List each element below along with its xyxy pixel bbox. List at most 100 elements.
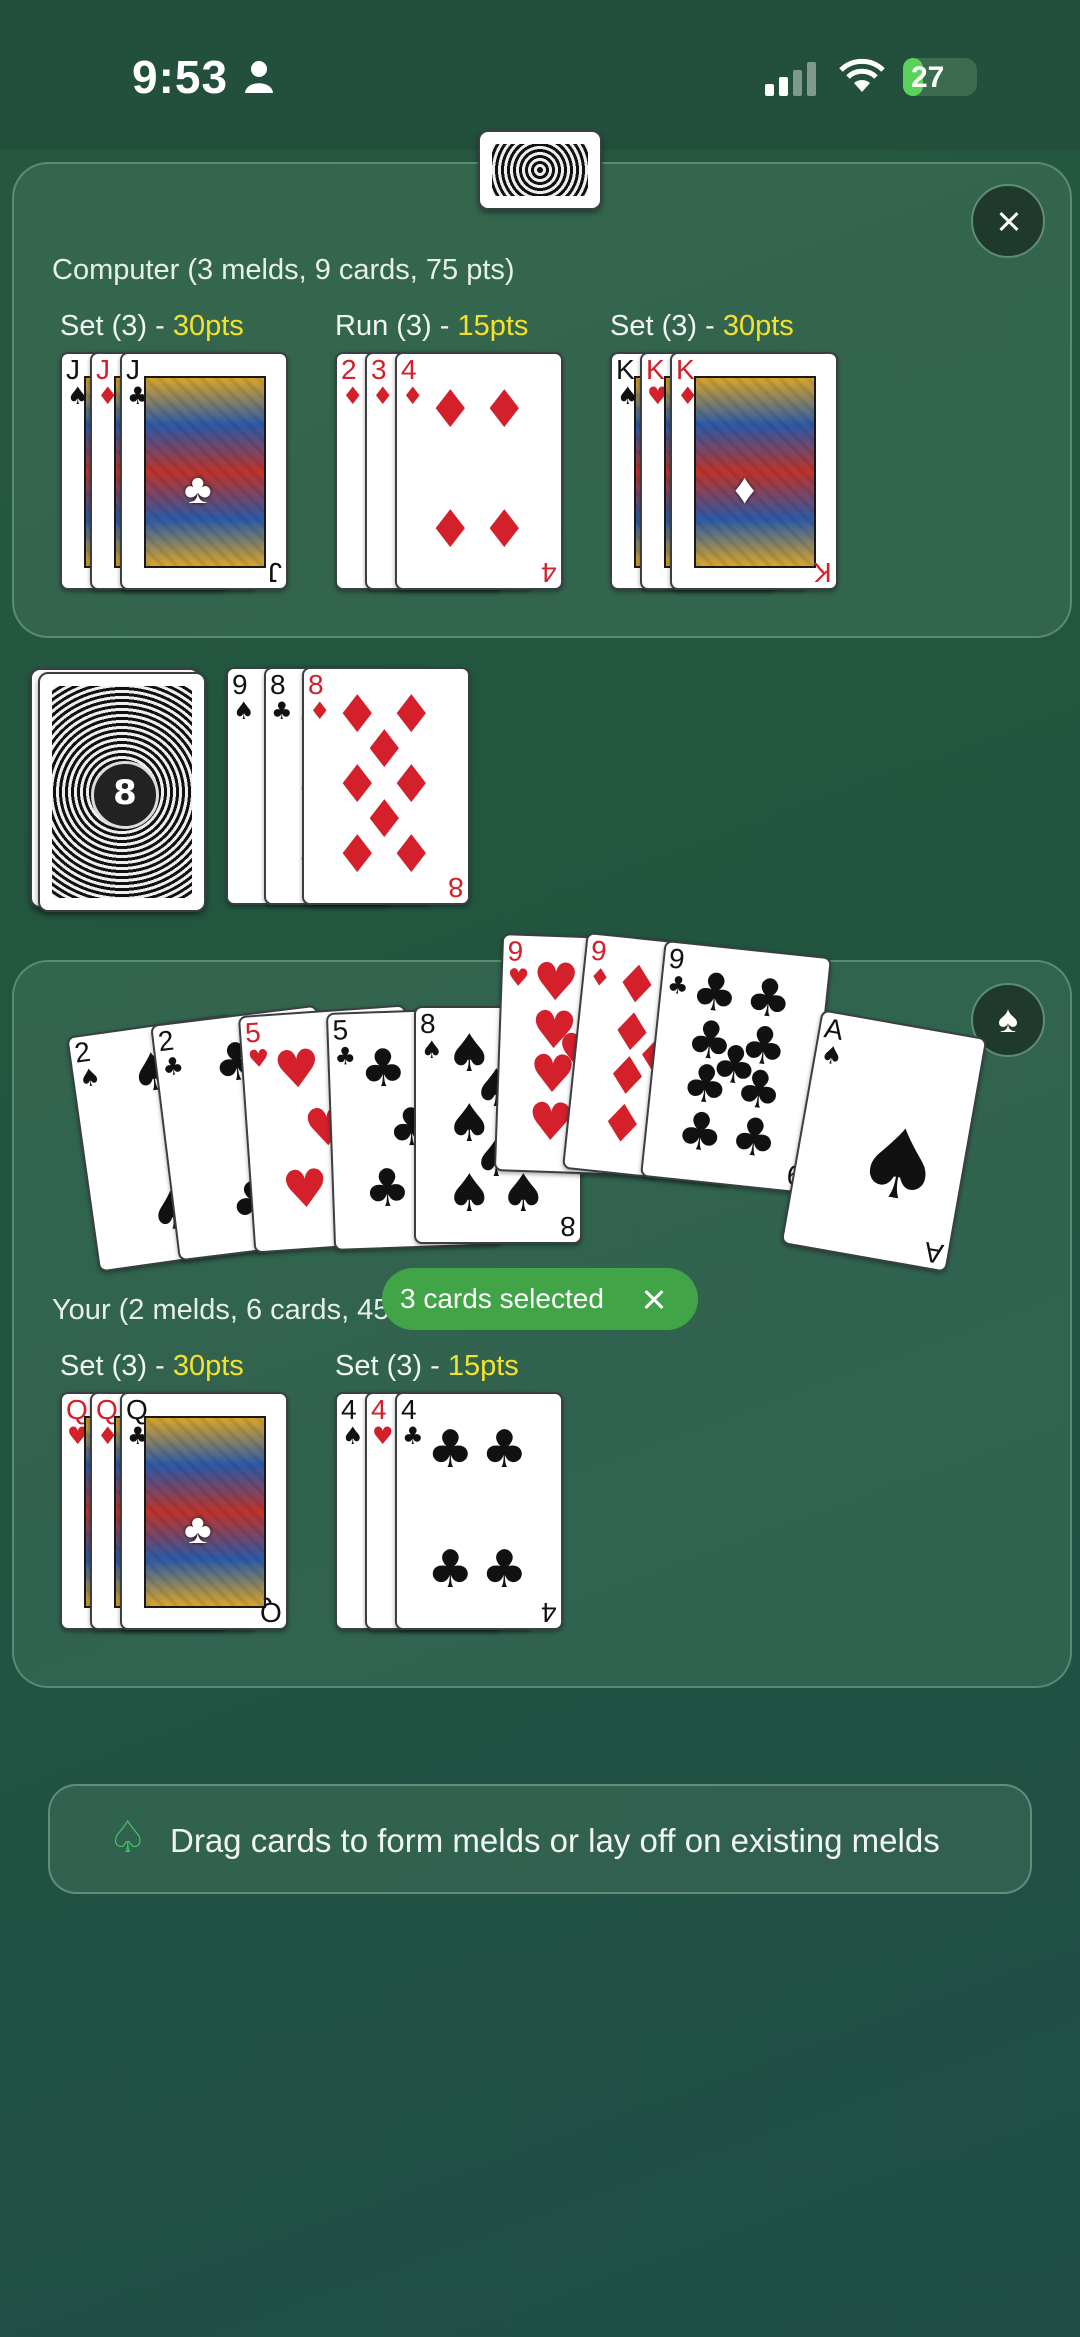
face-card-suit-icon: ♦ [734, 467, 756, 513]
card-rank: 5 [331, 1014, 349, 1046]
card-pip-icon: ♠ [846, 1102, 952, 1228]
card-suit-icon: ♠ [77, 1062, 103, 1094]
card-rank: 9 [589, 934, 609, 967]
wifi-icon [839, 58, 885, 92]
card-suit-icon: ♦ [587, 962, 613, 993]
card-rank: 9 [667, 942, 687, 975]
card-rank-bottom: K [813, 557, 832, 588]
computer-meld-label: Set (3) - 30pts [610, 310, 794, 343]
computer-meld-card[interactable]: J ♣ ♣ J [120, 352, 288, 590]
card-suit-icon: ♣ [333, 1041, 357, 1071]
player-meld-label: Set (3) - 30pts [60, 1350, 244, 1383]
card-rank: 4 [401, 354, 417, 385]
card-rank-bottom: 8 [448, 872, 464, 903]
card-pip-icon: ♣ [427, 1420, 474, 1480]
computer-meld-label: Set (3) - 30pts [60, 310, 244, 343]
card-rank: J [126, 354, 140, 385]
card-rank-bottom: 8 [560, 1211, 576, 1242]
computer-meld-card[interactable]: K ♦ ♦ K [670, 352, 838, 590]
battery-level: 27 [911, 61, 945, 94]
computer-label: Computer (3 melds, 9 cards, 75 pts) [52, 254, 515, 286]
card-pip-icon: ♠ [446, 1164, 493, 1224]
card-suit-icon: ♠ [233, 697, 255, 725]
card-rank-bottom: A [922, 1235, 946, 1270]
player-meld-card[interactable]: 4 ♣ ♣ ♣ ♣ ♣ 4 [395, 1392, 563, 1630]
card-pip-icon: ♥ [271, 1038, 323, 1102]
meld-kind: Set (3) - [60, 310, 173, 342]
card-suit-icon: ♦ [309, 697, 331, 725]
card-pip-icon: ♣ [481, 1420, 528, 1480]
card-pip-icon: ♣ [481, 1540, 528, 1600]
card-suit-icon: ♠ [342, 1422, 364, 1450]
draw-pile[interactable]: 8 [38, 672, 206, 912]
card-suit-icon: ♠ [421, 1036, 443, 1064]
card-suit-icon: ♣ [271, 697, 293, 725]
card-pip-icon: ♣ [363, 1158, 412, 1220]
card-suit-icon: ♣ [665, 970, 691, 1001]
computer-meld-card[interactable]: 4 ♦ ♦ ♦ ♦ ♦ 4 [395, 352, 563, 590]
card-pip-icon: ♦ [481, 380, 528, 440]
face-card-art: ♦ [694, 376, 816, 568]
card-rank-bottom: 4 [541, 557, 557, 588]
discard-pile-card[interactable]: 8 ♦ ♦ ♦ ♦ ♦ ♦ ♦ ♦ ♦ 8 [302, 667, 470, 905]
person-icon [245, 61, 273, 93]
card-suit-icon: ♦ [402, 382, 424, 410]
player-label: Your (2 melds, 6 cards, 45 [52, 1294, 390, 1326]
spade-outline-icon: ♤ [108, 1813, 148, 1862]
card-suit-icon: ♣ [402, 1422, 424, 1450]
card-rank: 9 [507, 935, 524, 967]
hint-banner: ♤ Drag cards to form melds or lay off on… [48, 1784, 1032, 1894]
face-card-art: ♣ [144, 376, 266, 568]
card-rank: 5 [244, 1016, 262, 1049]
battery-indicator: 27 [903, 58, 977, 96]
clock: 9:53 [132, 51, 229, 103]
card-rank-bottom: 4 [541, 1597, 557, 1628]
card-rank-bottom: J [268, 557, 282, 588]
meld-points: 15pts [457, 310, 529, 342]
card-rank: 8 [308, 669, 324, 700]
card-pip-icon: ♣ [427, 1540, 474, 1600]
card-rank: K [616, 354, 635, 385]
meld-kind: Set (3) - [610, 310, 723, 342]
card-pip-icon: ♣ [727, 1105, 781, 1171]
card-pip-icon: ♦ [595, 1092, 649, 1157]
deck-logo: 8 [91, 761, 159, 829]
card-pip-icon: ♦ [481, 500, 528, 560]
card-pip-icon: ♦ [388, 825, 435, 885]
card-suit-icon: ♥ [507, 963, 530, 993]
card-rank: 9 [232, 669, 248, 700]
selection-chip: 3 cards selected [382, 1268, 698, 1330]
card-rank: J [96, 354, 110, 385]
card-rank: 8 [420, 1008, 436, 1039]
card-rank: 2 [341, 354, 357, 385]
card-pip-icon: ♣ [673, 1100, 727, 1165]
card-pip-icon: ♣ [358, 1038, 408, 1100]
card-pip-icon: ♥ [280, 1158, 331, 1222]
selection-chip-text: 3 cards selected [400, 1283, 604, 1314]
card-suit-icon: ♥ [372, 1422, 394, 1450]
card-rank: 4 [371, 1394, 387, 1425]
card-pip-icon: ♦ [427, 380, 474, 440]
card-pip-icon: ♦ [427, 500, 474, 560]
clear-selection-icon[interactable] [640, 1284, 670, 1314]
face-card-suit-icon: ♣ [184, 467, 212, 513]
card-suit-icon: ♦ [372, 382, 394, 410]
card-suit-icon: ♥ [246, 1044, 271, 1074]
cellular-signal-icon [765, 62, 816, 96]
card-suit-icon: ♣ [160, 1051, 186, 1082]
player-meld-card[interactable]: Q ♣ ♣ Q [120, 1392, 288, 1630]
card-suit-icon: ♠ [818, 1039, 845, 1072]
card-suit-icon: ♦ [342, 382, 364, 410]
card-rank: 8 [270, 669, 286, 700]
close-button[interactable] [971, 184, 1045, 258]
card-rank: K [676, 354, 695, 385]
meld-points: 30pts [172, 1350, 244, 1382]
status-bar: 9:53 27 [0, 0, 1080, 150]
card-rank: 4 [341, 1394, 357, 1425]
computer-meld-label: Run (3) - 15pts [335, 310, 528, 343]
meld-kind: Run (3) - [335, 310, 458, 342]
card-rank-bottom: Q [260, 1597, 282, 1628]
meld-points: 30pts [722, 310, 794, 342]
meld-kind: Set (3) - [60, 1350, 173, 1382]
player-meld-label: Set (3) - 15pts [335, 1350, 519, 1383]
